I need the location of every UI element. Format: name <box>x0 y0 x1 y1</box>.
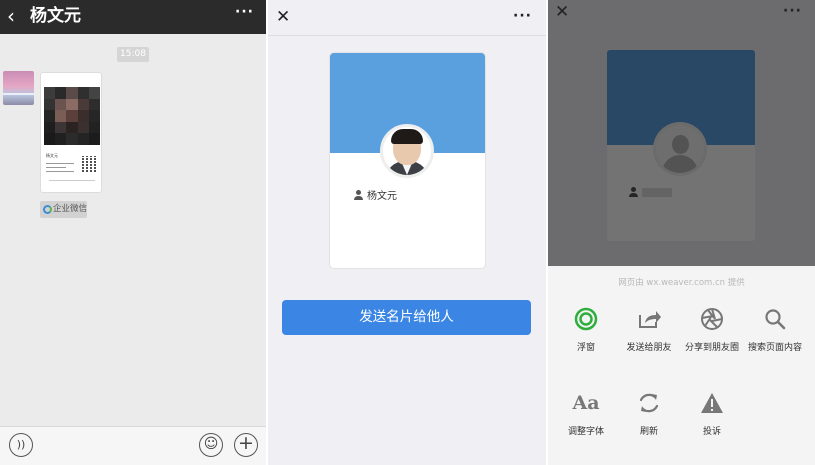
source-tag[interactable]: 企业微信 <box>40 201 87 218</box>
action-label: 投诉 <box>702 427 721 437</box>
plus-icon[interactable]: + <box>234 433 258 457</box>
action-search-page[interactable]: 搜索页面内容 <box>742 304 808 353</box>
avatar[interactable] <box>380 124 434 178</box>
share-arrow-icon <box>616 304 682 334</box>
search-icon <box>742 304 808 334</box>
input-toolbar: )) ☺ + <box>0 426 266 465</box>
action-label: 调整字体 <box>567 427 604 437</box>
business-card-message[interactable]: 杨文元 <box>40 72 102 193</box>
more-icon[interactable]: ··· <box>783 3 802 19</box>
close-icon[interactable]: ✕ <box>276 9 290 26</box>
source-tag-label: 企业微信 <box>53 204 88 214</box>
action-share-moments[interactable]: 分享到朋友圈 <box>679 304 745 353</box>
chat-panel: ‹ 杨文元 ··· 15:08 杨文元 企业微信 )) ☺ + <box>0 0 266 465</box>
card-preview-name: 杨文元 <box>46 153 58 158</box>
back-icon[interactable]: ‹ <box>7 5 15 27</box>
action-label: 分享到朋友圈 <box>684 343 739 353</box>
action-label: 浮窗 <box>576 343 595 353</box>
card-name: 杨文元 <box>367 191 397 202</box>
card-view-panel: ✕ ··· 杨文元 发送名片给他人 <box>268 0 546 465</box>
action-send-to-friend[interactable]: 发送给朋友 <box>616 304 682 353</box>
more-icon[interactable]: ··· <box>235 4 254 20</box>
warning-icon <box>679 388 745 418</box>
action-refresh[interactable]: 刷新 <box>616 388 682 437</box>
action-font-size[interactable]: Aa 调整字体 <box>553 388 619 437</box>
action-label: 搜索页面内容 <box>747 343 802 353</box>
action-float-window[interactable]: 浮窗 <box>553 304 619 353</box>
card-name-row: 杨文元 <box>354 190 397 203</box>
emoji-icon[interactable]: ☺ <box>199 433 223 457</box>
action-sheet: 网页由 wx.weaver.com.cn 提供 浮窗 发送给朋友 分享到朋友圈 … <box>548 266 815 465</box>
action-label: 发送给朋友 <box>626 343 672 353</box>
page-source-hint: 网页由 wx.weaver.com.cn 提供 <box>618 278 745 288</box>
font-size-icon: Aa <box>572 392 600 414</box>
wecom-logo-icon <box>43 205 52 214</box>
user-icon <box>354 190 363 200</box>
business-card: 杨文元 <box>330 53 485 268</box>
voice-icon[interactable]: )) <box>9 433 33 457</box>
close-icon[interactable]: ✕ <box>555 4 569 21</box>
send-card-button[interactable]: 发送名片给他人 <box>282 300 531 335</box>
avatar[interactable] <box>3 71 34 105</box>
message-timestamp: 15:08 <box>117 47 149 62</box>
refresh-icon <box>616 388 682 418</box>
moments-aperture-icon <box>679 304 745 334</box>
dim-overlay[interactable] <box>548 0 815 266</box>
pixelated-photo <box>44 87 100 145</box>
chat-header: ‹ 杨文元 ··· <box>0 0 266 34</box>
share-menu-panel: ✕ ··· 网页由 wx.weaver.com.cn 提供 浮窗 发送给朋友 分… <box>548 0 815 465</box>
float-window-icon <box>553 304 619 334</box>
more-icon[interactable]: ··· <box>513 8 532 24</box>
action-label: 刷新 <box>639 427 658 437</box>
chat-title: 杨文元 <box>30 6 81 26</box>
action-report[interactable]: 投诉 <box>679 388 745 437</box>
card-preview-details <box>46 163 74 175</box>
